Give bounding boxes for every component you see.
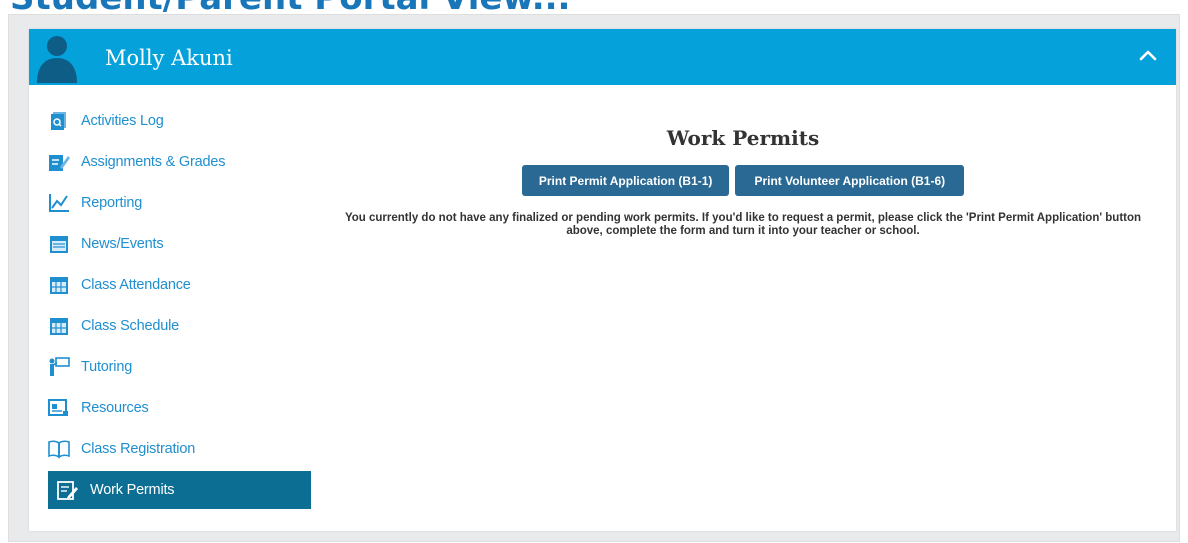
print-permit-application-button[interactable]: Print Permit Application (B1-1) bbox=[521, 165, 730, 196]
sidebar-item-reporting[interactable]: Reporting bbox=[48, 184, 311, 222]
no-permits-message: You currently do not have any finalized … bbox=[344, 212, 1142, 237]
open-book-icon bbox=[48, 438, 70, 460]
sidebar-item-label: Class Attendance bbox=[81, 277, 191, 293]
news-calendar-icon bbox=[48, 233, 70, 255]
line-chart-icon bbox=[48, 192, 70, 214]
content-title: Work Permits bbox=[666, 126, 820, 150]
sidebar-item-label: Work Permits bbox=[90, 482, 175, 498]
sidebar-item-class-registration[interactable]: Class Registration bbox=[48, 430, 311, 468]
sidebar-item-label: Resources bbox=[81, 400, 149, 416]
sidebar-item-assignments-grades[interactable]: Assignments & Grades bbox=[48, 143, 311, 181]
schedule-calendar-icon bbox=[48, 315, 70, 337]
student-name: Molly Akuni bbox=[105, 46, 233, 70]
button-row: Print Permit Application (B1-1) Print Vo… bbox=[329, 165, 1157, 196]
sidebar-item-label: Activities Log bbox=[81, 113, 164, 129]
sidebar-item-label: Tutoring bbox=[81, 359, 133, 375]
sidebar-item-activities-log[interactable]: Activities Log bbox=[48, 102, 311, 140]
assignments-pencil-icon bbox=[48, 151, 70, 173]
sidebar-item-label: Reporting bbox=[81, 195, 143, 211]
tutoring-board-icon bbox=[48, 356, 70, 378]
sidebar-item-news-events[interactable]: News/Events bbox=[48, 225, 311, 263]
resources-document-icon bbox=[48, 397, 70, 419]
sidebar-item-resources[interactable]: Resources bbox=[48, 389, 311, 427]
sidebar-item-work-permits[interactable]: Work Permits bbox=[48, 471, 311, 509]
attendance-calendar-icon bbox=[48, 274, 70, 296]
user-silhouette-icon bbox=[34, 33, 80, 83]
sidebar-item-label: Class Registration bbox=[81, 441, 196, 457]
print-volunteer-application-button[interactable]: Print Volunteer Application (B1-6) bbox=[735, 165, 965, 196]
sidebar-item-label: News/Events bbox=[81, 236, 164, 252]
sidebar-item-tutoring[interactable]: Tutoring bbox=[48, 348, 311, 386]
student-portal-panel: Molly Akuni Activities Log Assignments &… bbox=[29, 29, 1176, 531]
sidebar-item-label: Assignments & Grades bbox=[81, 154, 226, 170]
work-permits-content: Work Permits Print Permit Application (B… bbox=[329, 125, 1157, 238]
chevron-up-icon bbox=[1139, 48, 1157, 66]
sidebar-item-class-attendance[interactable]: Class Attendance bbox=[48, 266, 311, 304]
student-header[interactable]: Molly Akuni bbox=[29, 29, 1176, 85]
activity-log-icon bbox=[48, 110, 70, 132]
permit-edit-icon bbox=[57, 479, 79, 501]
collapse-button[interactable] bbox=[1134, 43, 1162, 71]
sidebar-item-class-schedule[interactable]: Class Schedule bbox=[48, 307, 311, 345]
sidebar-item-label: Class Schedule bbox=[81, 318, 179, 334]
sidebar-nav: Activities Log Assignments & Grades Repo… bbox=[48, 102, 311, 512]
